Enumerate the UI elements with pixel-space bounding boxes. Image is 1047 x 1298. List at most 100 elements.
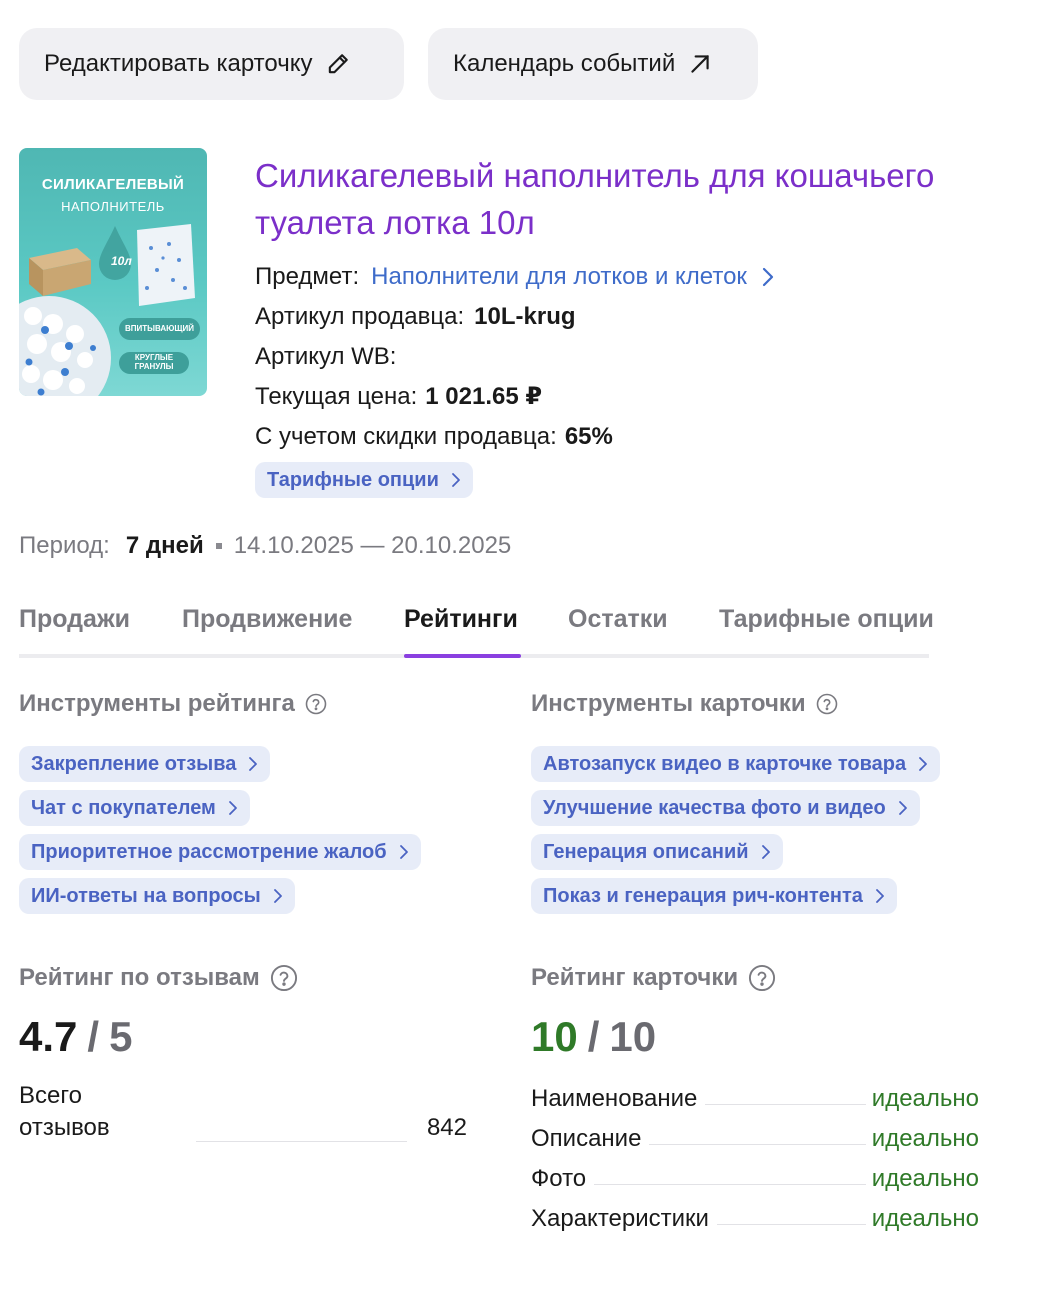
rating-tool-label: Чат с покупателем [31,796,216,819]
card-rating-title: Рейтинг карточки [531,964,739,991]
card-rating-heading: Рейтинг карточки [531,964,776,992]
card-rating-row: Описание идеально [531,1113,979,1153]
card-rating-row-name: Фото [531,1165,595,1193]
price-value: 1 021.65 ₽ [425,383,543,410]
card-rating-value: 10 [531,1013,578,1060]
rating-tool-chip[interactable]: Чат с покупателем [19,790,250,826]
review-rating-separator: / [87,1013,100,1060]
card-tool-label: Улучшение качества фото и видео [543,796,886,819]
tab-tariff-options[interactable]: Тарифные опции [719,605,934,634]
pencil-icon [324,50,352,78]
leader-line [716,1224,866,1225]
arrow-up-right-icon [687,51,713,77]
card-rating-row: Фото идеально [531,1153,979,1193]
tariff-options-label: Тарифные опции [267,468,439,491]
card-rating-row: Наименование идеально [531,1073,979,1113]
review-rating-max: 5 [109,1013,133,1060]
card-rating-row-status: идеально [871,1085,979,1112]
discount-label: С учетом скидки продавца: [255,423,557,450]
seller-sku-label: Артикул продавца: [255,303,465,330]
product-image[interactable]: СИЛИКАГЕЛЕВЫЙ НАПОЛНИТЕЛЬ 10л ВПИТЫВАЮЩИ… [19,148,207,396]
leader-line [649,1144,866,1145]
help-icon[interactable] [270,964,298,992]
events-calendar-button[interactable]: Календарь событий [428,28,758,100]
tab-promotion[interactable]: Продвижение [182,605,352,634]
tariff-options-chip[interactable]: Тарифные опции [255,462,473,498]
card-rating-row-name: Характеристики [531,1205,717,1233]
period-value[interactable]: 7 дней [126,530,204,562]
subject-link[interactable]: Наполнители для лотков и клеток [371,262,775,292]
card-rating-row-status: идеально [871,1205,979,1232]
seller-sku-row: Артикул продавца: 10L-krug [255,302,576,332]
rating-tool-chip[interactable]: ИИ-ответы на вопросы [19,878,295,914]
chevron-right-icon [399,844,409,860]
edit-card-button[interactable]: Редактировать карточку [19,28,404,100]
card-tool-chip[interactable]: Автозапуск видео в карточке товара [531,746,941,782]
chevron-right-icon [918,756,928,772]
tab-stock[interactable]: Остатки [568,605,668,634]
rating-tool-label: Приоритетное рассмотрение жалоб [31,840,387,863]
rating-tool-chip[interactable]: Приоритетное рассмотрение жалоб [19,834,421,870]
help-icon[interactable] [748,964,776,992]
price-label: Текущая цена: [255,383,418,410]
subject-value: Наполнители для лотков и клеток [371,263,747,290]
card-tool-label: Автозапуск видео в карточке товара [543,752,907,775]
card-tool-chip[interactable]: Показ и генерация рич-контента [531,878,897,914]
leader-line [705,1104,866,1105]
chevron-right-icon [273,888,283,904]
tab-sales[interactable]: Продажи [19,605,130,634]
period-label: Период: [19,532,110,559]
product-image-badge: ВПИТЫВАЮЩИЙ [119,318,201,340]
card-tool-label: Показ и генерация рич-контента [543,884,863,907]
help-icon[interactable] [305,693,327,715]
card-rating-row: Характеристики идеально [531,1193,979,1233]
total-reviews-label: Всего отзывов [19,1082,110,1141]
tab-bar: Продажи Продвижение Рейтинги Остатки Тар… [19,595,934,658]
period-range: 14.10.2025 — 20.10.2025 [233,532,512,559]
card-rating-row-name: Наименование [531,1085,706,1113]
leader-line [196,1141,407,1142]
discount-value: 65% [564,423,613,450]
review-rating-heading: Рейтинг по отзывам [19,964,298,992]
product-image-volume: 10л [111,254,132,268]
card-tool-label: Генерация описаний [543,840,749,863]
product-card-page: Редактировать карточку Календарь событий… [0,0,1047,1298]
chevron-right-icon [898,800,908,816]
card-rating-row-status: идеально [871,1125,979,1152]
rating-tool-chip[interactable]: Закрепление отзыва [19,746,271,782]
rating-tool-label: Закрепление отзыва [31,752,237,775]
review-rating-title: Рейтинг по отзывам [19,964,260,991]
seller-sku-value: 10L-krug [474,303,576,330]
wb-sku-row: Артикул WB: [255,342,396,372]
card-tool-chip[interactable]: Улучшение качества фото и видео [531,790,920,826]
chevron-right-icon [761,266,775,288]
product-image-badge: КРУГЛЫЕ ГРАНУЛЫ [119,352,189,374]
subject-row: Предмет: Наполнители для лотков и клеток [255,262,775,292]
price-row: Текущая цена: 1 021.65 ₽ [255,382,542,412]
total-reviews-value: 842 [426,1114,467,1141]
rating-tools-list: Закрепление отзыва Чат с покупателем При… [19,746,421,914]
edit-card-label: Редактировать карточку [44,50,313,77]
subject-label: Предмет: [255,263,360,290]
wb-sku-label: Артикул WB: [255,343,397,370]
product-title[interactable]: Силикагелевый наполнитель для кошачьего … [255,152,1025,246]
card-rating-breakdown: Наименование идеально Описание идеально … [531,1073,979,1233]
card-rating-separator: / [587,1013,600,1060]
card-tools-heading: Инструменты карточки [531,690,838,718]
card-rating-max: 10 [609,1013,657,1060]
chevron-right-icon [451,472,461,488]
card-tool-chip[interactable]: Генерация описаний [531,834,783,870]
rating-tools-title: Инструменты рейтинга [19,690,295,717]
card-tools-title: Инструменты карточки [531,690,806,717]
rating-tool-label: ИИ-ответы на вопросы [31,884,261,907]
leader-line [594,1184,866,1185]
chevron-right-icon [875,888,885,904]
period-separator [215,543,222,549]
tab-ratings[interactable]: Рейтинги [404,605,518,634]
chevron-right-icon [248,756,258,772]
period-row: Период: 7 дней 14.10.2025 — 20.10.2025 [19,530,511,562]
chevron-right-icon [761,844,771,860]
discount-row: С учетом скидки продавца: 65% [255,422,613,452]
help-icon[interactable] [816,693,838,715]
events-calendar-label: Календарь событий [453,50,676,77]
